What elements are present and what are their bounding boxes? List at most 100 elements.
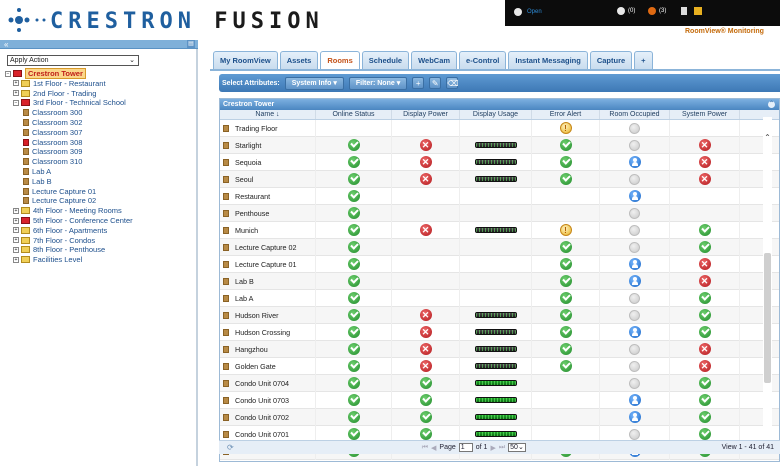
column-header[interactable]: Display Usage [460,110,532,119]
alert-count-b[interactable]: (3) [648,7,666,15]
table-row[interactable]: Lab A [220,289,779,307]
table-row[interactable]: Penthouse [220,204,779,222]
panel-toggle-icon[interactable]: ▤ [187,40,195,48]
grid-scrollbar[interactable]: ⌃ ⌄ [763,117,772,451]
tree-node[interactable]: Classroom 302 [23,118,82,127]
room-name-cell: Condo Unit 0702 [220,408,316,426]
tree-node[interactable]: Lecture Capture 01 [23,187,96,196]
table-row[interactable]: Seoul ✕ ✕ [220,170,779,188]
status-cell [532,323,600,341]
scroll-thumb[interactable] [764,253,771,383]
first-page-icon[interactable]: ⏮ [422,444,428,452]
expand-node-icon[interactable]: + [13,237,19,244]
status-cell [460,187,532,205]
table-row[interactable]: Restaurant [220,187,779,205]
tree-node[interactable]: Classroom 308 [23,138,82,147]
table-row[interactable]: Starlight ✕ ✕ [220,136,779,154]
table-row[interactable]: Condo Unit 0704 [220,374,779,392]
tree-node[interactable]: +7th Floor - Condos [13,236,95,245]
apply-action-select[interactable]: Apply Action ⌄ [7,55,139,66]
column-header[interactable]: Error Alert [532,110,600,119]
status-ok-icon [347,411,360,423]
collapse-panel-icon[interactable]: « [4,40,8,49]
tree-node[interactable]: Classroom 307 [23,128,82,137]
alert-count-a[interactable]: (0) [617,7,635,15]
expand-node-icon[interactable]: + [13,256,19,263]
status-cell [600,408,670,426]
table-row[interactable]: Golden Gate ✕ ✕ [220,357,779,375]
status-cell [460,289,532,307]
table-row[interactable]: Condo Unit 0703 [220,391,779,409]
page-input[interactable]: 1 [458,443,473,452]
tab-e-control[interactable]: e-Control [459,51,507,69]
status-cell [392,272,460,290]
tree-node[interactable]: + Facilities Level [13,255,82,264]
column-header[interactable]: Name ↓ [220,110,316,119]
page-size-select[interactable]: 50⌄ [508,443,527,452]
tree-node[interactable]: +6th Floor - Apartments [13,226,107,235]
next-page-icon[interactable]: ▶ [490,444,495,452]
tab-assets[interactable]: Assets [279,51,319,69]
tree-node[interactable]: +8th Floor - Penthouse [13,245,105,254]
tree-node[interactable]: +5th Floor - Conference Center [13,216,133,225]
tab-capture[interactable]: Capture [589,51,633,69]
delete-icon[interactable]: ⌫ [446,77,459,89]
tab-webcam[interactable]: WebCam [411,51,458,69]
table-row[interactable]: Sequoia ✕ ✕ [220,153,779,171]
prev-page-icon[interactable]: ◀ [431,444,436,452]
expand-node-icon[interactable]: + [13,246,19,253]
table-row[interactable]: Condo Unit 0702 [220,408,779,426]
tab-my-roomview[interactable]: My RoomView [213,51,278,69]
expand-node-icon[interactable]: + [13,80,19,87]
table-row[interactable]: Hudson Crossing ✕ [220,323,779,341]
expand-node-icon[interactable]: + [13,207,19,214]
status-cell [670,119,740,137]
refresh-icon[interactable]: ⟳ [227,443,234,452]
tree-node[interactable]: Classroom 309 [23,147,82,156]
table-row[interactable]: Hudson River ✕ [220,306,779,324]
room-icon [223,430,229,438]
collapse-node-icon[interactable]: − [13,99,19,106]
column-header[interactable]: Online Status [316,110,392,119]
tree-node[interactable]: Classroom 310 [23,157,82,166]
tab-instant-messaging[interactable]: Instant Messaging [508,51,588,69]
tree-node[interactable]: +1st Floor - Restaurant [13,79,106,88]
top-status-bar: Open (0) (3) [505,0,780,26]
tree-node[interactable]: Classroom 300 [23,108,82,117]
open-button[interactable]: Open [514,8,542,16]
column-header[interactable]: Room Occupied [600,110,670,119]
expand-node-icon[interactable]: + [13,90,19,97]
last-page-icon[interactable]: ⏭ [499,444,505,452]
table-row[interactable]: Lecture Capture 01 ✕ [220,255,779,273]
tree-node[interactable]: Lab B [23,177,52,186]
tree-node[interactable]: +4th Floor - Meeting Rooms [13,206,122,215]
column-header-label: Display Usage [472,111,519,118]
table-row[interactable]: Lecture Capture 02 [220,238,779,256]
filter-button[interactable]: Filter: None ▾ [348,76,408,90]
tree-node[interactable]: Lab A [23,167,51,176]
tree-node[interactable]: − 3rd Floor - Technical School [13,98,126,107]
column-header[interactable]: Display Power [392,110,460,119]
add-icon[interactable]: + [412,77,425,89]
status-ok-icon [347,343,360,355]
tree-node[interactable]: Lecture Capture 02 [23,196,96,205]
scroll-up-icon[interactable]: ⌃ [763,133,772,142]
column-header[interactable]: System Power [670,110,740,119]
table-row[interactable]: Lab B ✕ [220,272,779,290]
collapse-node-icon[interactable]: − [5,70,11,77]
edit-icon[interactable]: ✎ [429,77,442,89]
system-info-button[interactable]: System Info ▾ [284,76,344,90]
tree-node[interactable]: +2nd Floor - Trading [13,89,96,98]
device-icons[interactable] [681,7,702,15]
tree-node[interactable]: − Crestron Tower [5,68,86,79]
table-row[interactable]: Munich ✕! [220,221,779,239]
expand-node-icon[interactable]: + [13,227,19,234]
tab-rooms[interactable]: Rooms [320,51,360,69]
collapse-grid-icon[interactable]: ⌃ [768,101,775,108]
tab-schedule[interactable]: Schedule [361,51,410,69]
sort-icon[interactable]: ↓ [274,111,280,118]
add-tab-button[interactable]: + [634,51,653,69]
table-row[interactable]: Trading Floor! [220,119,779,137]
table-row[interactable]: Hangzhou ✕ ✕ [220,340,779,358]
expand-node-icon[interactable]: + [13,217,19,224]
